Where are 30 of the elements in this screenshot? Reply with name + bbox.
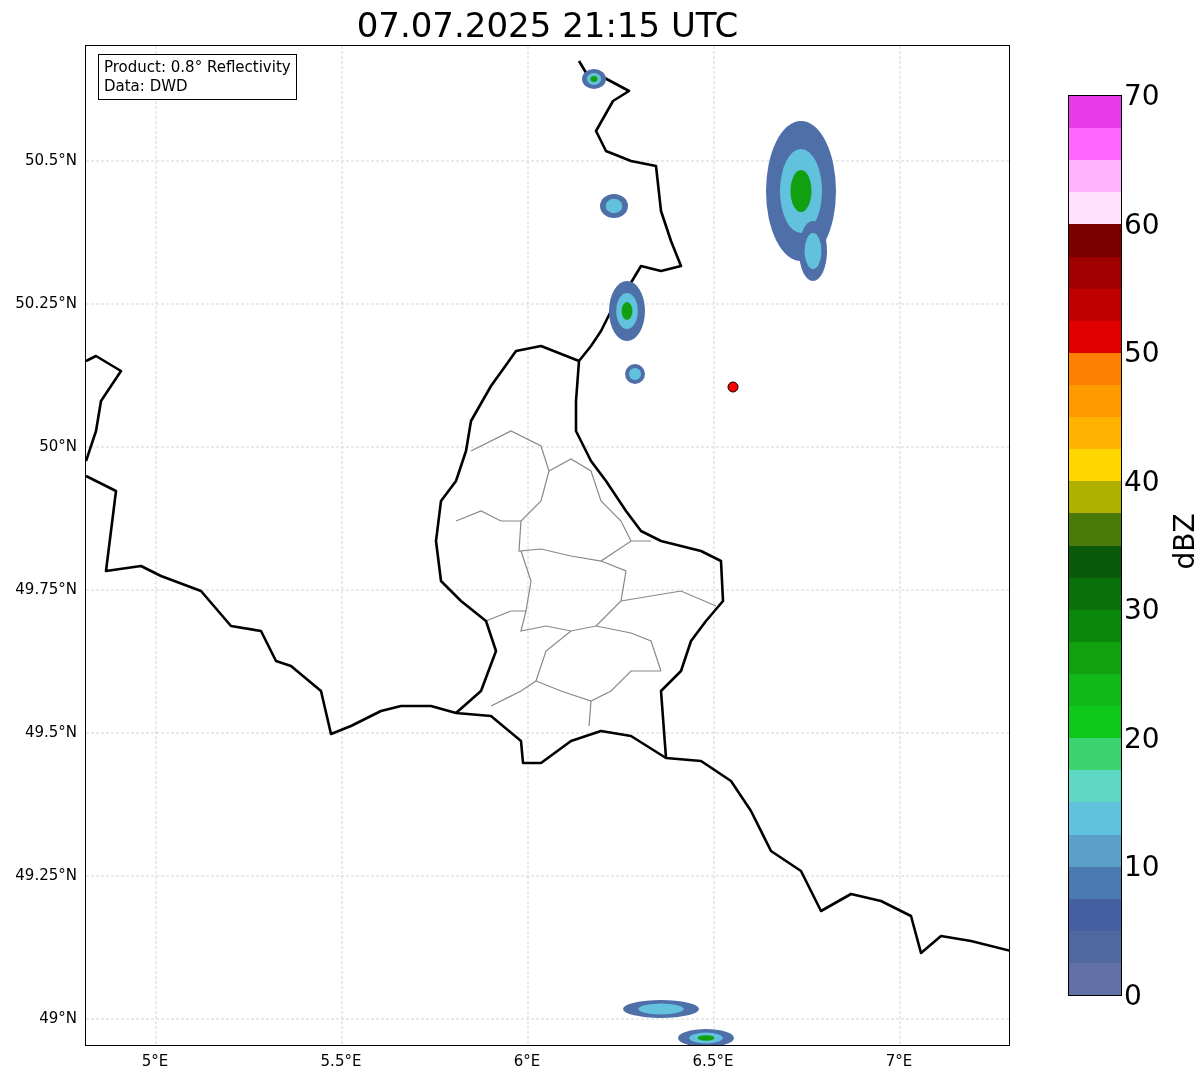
radar-echo (625, 364, 645, 384)
colorbar-tick-label: 20 (1124, 721, 1160, 755)
longitude-label: 5.5°E (320, 1052, 362, 1070)
colorbar-tick-label: 0 (1124, 978, 1142, 1012)
colorbar-tick-label: 40 (1124, 464, 1160, 498)
latitude-label: 49°N (39, 1009, 77, 1027)
radar-echo (678, 1029, 734, 1045)
colorbar-tick-label: 60 (1124, 207, 1160, 241)
colorbar-tick-label: 50 (1124, 335, 1160, 369)
colorbar-label: dBZ (1167, 513, 1201, 570)
radar-echo (600, 194, 628, 218)
latitude-label: 50.25°N (15, 294, 77, 312)
longitude-label: 6°E (513, 1052, 541, 1070)
info-text: Data: DWD (104, 77, 189, 96)
colorbar-tick-label: 10 (1124, 849, 1160, 883)
chart-title: 07.07.2025 21:15 UTC (355, 4, 740, 45)
latitude-label: 49.5°N (24, 723, 77, 741)
radar-echo (582, 69, 606, 89)
longitude-label: 7°E (885, 1052, 913, 1070)
colorbar-tick-label: 30 (1124, 592, 1160, 626)
info-text: Product: 0.8° Reflectivity (104, 58, 291, 77)
latitude-label: 49.25°N (15, 866, 77, 884)
latitude-label: 49.75°N (15, 580, 77, 598)
longitude-label: 5°E (141, 1052, 169, 1070)
latitude-label: 50.5°N (24, 151, 77, 169)
location-marker (727, 381, 739, 393)
colorbar-tick-label: 70 (1124, 78, 1160, 112)
longitude-label: 6.5°E (692, 1052, 734, 1070)
latitude-label: 50°N (39, 437, 77, 455)
radar-echo (609, 281, 645, 341)
